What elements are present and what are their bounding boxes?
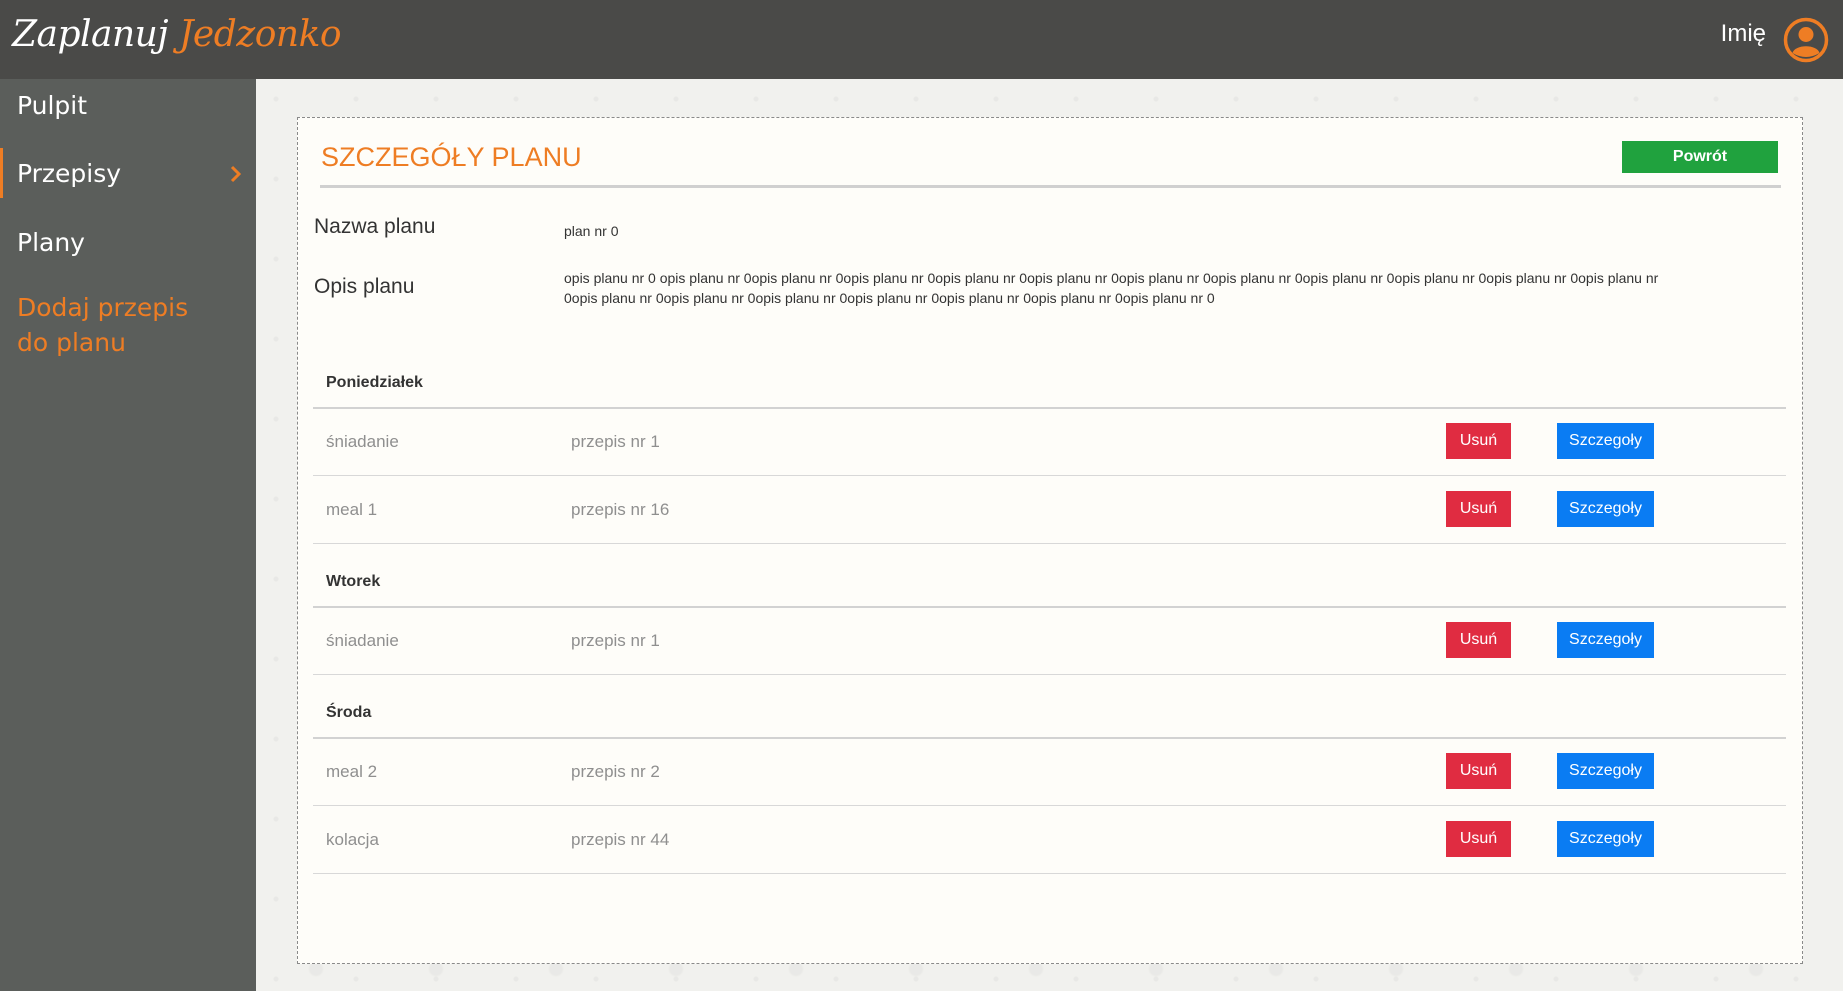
details-button[interactable]: Szczegoły bbox=[1557, 821, 1654, 857]
sidebar-item-add-recipe-to-plan[interactable]: Dodaj przepis do planu bbox=[0, 290, 256, 362]
details-button[interactable]: Szczegoły bbox=[1557, 423, 1654, 459]
chevron-right-icon bbox=[230, 165, 242, 183]
logo-text-orange: Jedzonko bbox=[178, 14, 342, 55]
details-button[interactable]: Szczegoły bbox=[1557, 622, 1654, 658]
divider bbox=[313, 873, 1786, 874]
divider bbox=[313, 737, 1786, 739]
divider bbox=[313, 805, 1786, 806]
user-circle-icon[interactable] bbox=[1783, 17, 1829, 63]
plan-description-label: Opis planu bbox=[314, 275, 415, 298]
delete-button[interactable]: Usuń bbox=[1446, 423, 1511, 459]
delete-button[interactable]: Usuń bbox=[1446, 491, 1511, 527]
plan-description-value: opis planu nr 0 opis planu nr 0opis plan… bbox=[564, 270, 1659, 306]
divider bbox=[313, 674, 1786, 675]
sidebar-item-label: Dodaj przepis do planu bbox=[17, 293, 189, 357]
day-header-monday: Poniedziałek bbox=[326, 374, 423, 391]
recipe-name: przepis nr 1 bbox=[571, 432, 660, 451]
meal-name: kolacja bbox=[326, 830, 379, 849]
plan-details-card: SZCZEGÓŁY PLANU Powrót Nazwa planu plan … bbox=[297, 117, 1803, 964]
meal-name: śniadanie bbox=[326, 432, 399, 451]
day-header-wednesday: Środa bbox=[326, 704, 372, 721]
app-logo[interactable]: Zaplanuj Jedzonko bbox=[12, 14, 342, 64]
delete-button[interactable]: Usuń bbox=[1446, 821, 1511, 857]
title-divider bbox=[320, 185, 1781, 188]
recipe-name: przepis nr 16 bbox=[571, 500, 670, 519]
plan-name-label: Nazwa planu bbox=[314, 215, 436, 238]
divider bbox=[313, 606, 1786, 608]
user-name[interactable]: Imię bbox=[1721, 20, 1766, 48]
delete-button[interactable]: Usuń bbox=[1446, 753, 1511, 789]
page-title: SZCZEGÓŁY PLANU bbox=[321, 142, 582, 172]
day-header-tuesday: Wtorek bbox=[326, 573, 381, 590]
recipe-name: przepis nr 2 bbox=[571, 762, 660, 781]
divider bbox=[313, 543, 1786, 544]
recipe-name: przepis nr 44 bbox=[571, 830, 670, 849]
meal-name: śniadanie bbox=[326, 631, 399, 650]
meal-name: meal 2 bbox=[326, 762, 378, 781]
details-button[interactable]: Szczegoły bbox=[1557, 753, 1654, 789]
plan-name-value: plan nr 0 bbox=[564, 223, 619, 239]
sidebar-item-label: Pulpit bbox=[17, 91, 88, 120]
divider bbox=[313, 475, 1786, 476]
meal-name: meal 1 bbox=[326, 500, 378, 519]
sidebar-item-przepisy[interactable]: Przepisy bbox=[0, 148, 259, 198]
divider bbox=[313, 407, 1786, 409]
sidebar-item-plany[interactable]: Plany bbox=[0, 228, 256, 264]
sidebar: Pulpit Przepisy Plany Dodaj przepis do p… bbox=[0, 79, 256, 991]
sidebar-item-pulpit[interactable]: Pulpit bbox=[0, 91, 256, 127]
back-button[interactable]: Powrót bbox=[1622, 141, 1778, 173]
sidebar-item-label: Plany bbox=[17, 228, 85, 257]
logo-text-white: Zaplanuj bbox=[12, 14, 169, 55]
sidebar-item-label: Przepisy bbox=[17, 159, 122, 188]
details-button[interactable]: Szczegoły bbox=[1557, 491, 1654, 527]
recipe-name: przepis nr 1 bbox=[571, 631, 660, 650]
delete-button[interactable]: Usuń bbox=[1446, 622, 1511, 658]
top-bar: Zaplanuj Jedzonko Imię bbox=[0, 0, 1843, 79]
